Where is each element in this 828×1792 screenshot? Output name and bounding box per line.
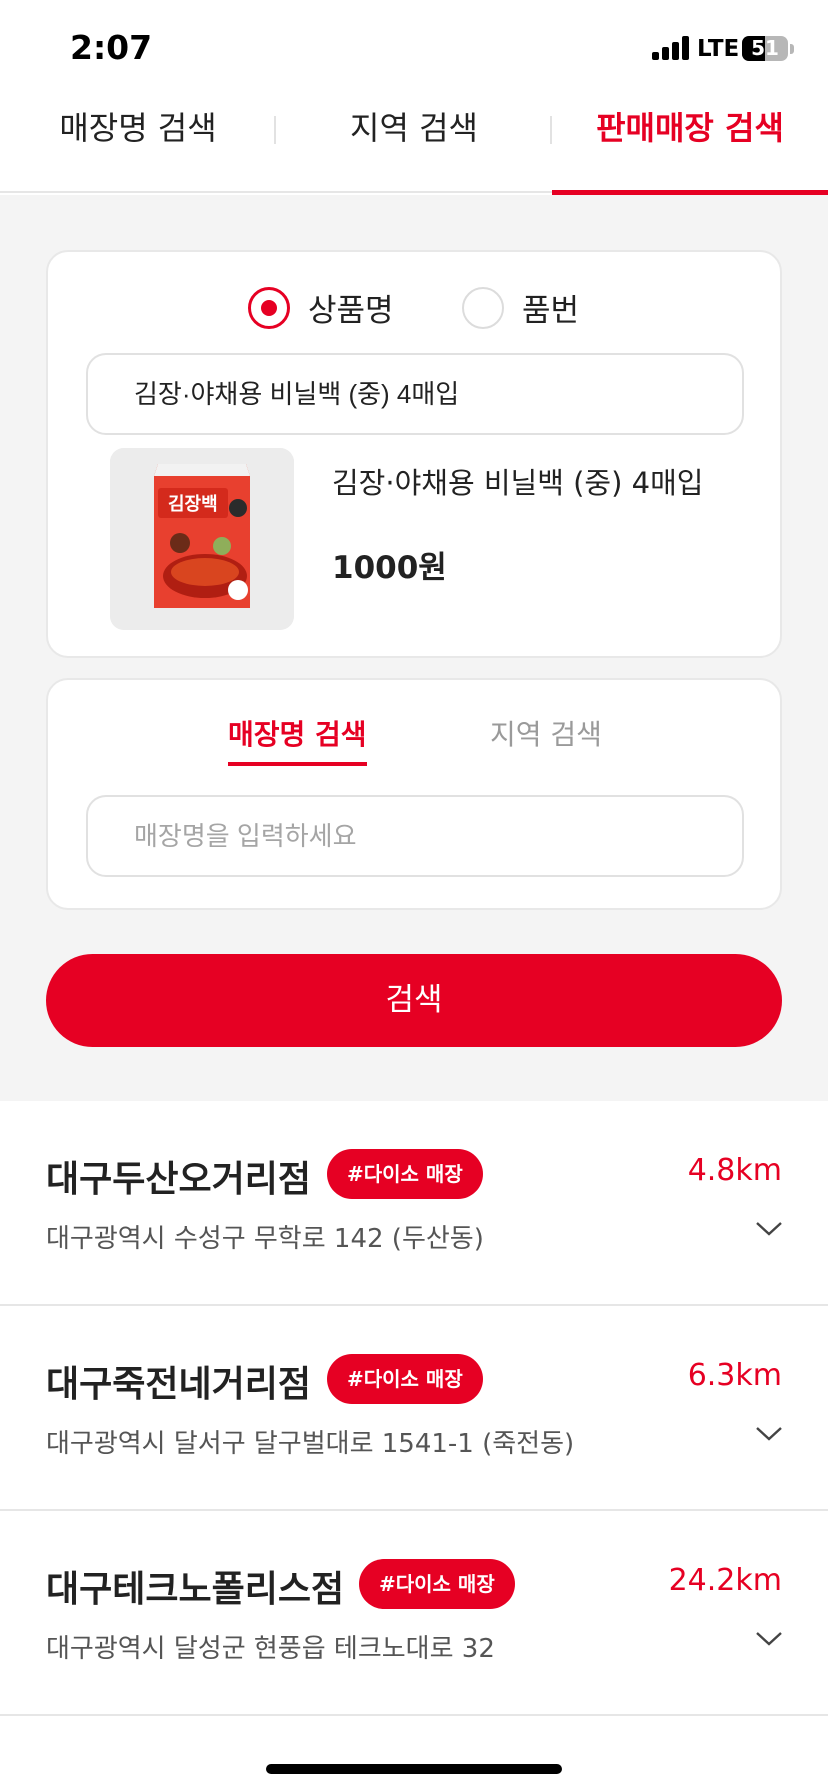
tab-divider [274,116,276,144]
signal-icon [652,36,692,60]
battery-tip [790,44,794,54]
store-badge: #다이소 매장 [327,1149,483,1199]
store-address: 대구광역시 달성군 현풍읍 테크노대로 32 [46,1634,495,1664]
store-name-input[interactable]: 매장명을 입력하세요 [86,795,744,877]
radio-selected-icon[interactable] [248,286,290,329]
store-name: 대구두산오거리점 [46,1159,311,1200]
tab-region-search[interactable]: 지역 검색 [276,96,552,193]
product-thumbnail: 김장백 [110,448,294,630]
home-indicator[interactable] [266,1764,562,1774]
radio-product-number[interactable]: 품번 [462,285,579,330]
radio-unselected-icon[interactable] [462,286,504,329]
list-item[interactable]: 대구죽전네거리점 #다이소 매장 6.3km 대구광역시 달서구 달구벌대로 1… [0,1306,828,1511]
tab-store-name-search[interactable]: 매장명 검색 [0,96,276,193]
store-search-card: 매장명 검색 지역 검색 매장명을 입력하세요 [46,678,782,910]
store-distance: 6.3km [687,1358,782,1393]
store-distance: 4.8km [687,1153,782,1188]
top-tab-bar: 매장명 검색 지역 검색 판매매장 검색 [0,96,828,195]
subtab-region[interactable]: 지역 검색 [490,710,602,766]
store-address: 대구광역시 수성구 무학로 142 (두산동) [46,1224,484,1254]
product-package-image: 김장백 [110,448,294,630]
store-badge: #다이소 매장 [359,1559,515,1609]
store-name: 대구죽전네거리점 [46,1364,311,1405]
tab-divider [550,116,552,144]
status-bar: 2:07 LTE 51 [0,0,828,96]
list-item[interactable]: 대구두산오거리점 #다이소 매장 4.8km 대구광역시 수성구 무학로 142… [0,1101,828,1306]
product-price: 1000원 [332,550,447,586]
subtab-store-name[interactable]: 매장명 검색 [228,710,367,766]
store-name: 대구테크노폴리스점 [46,1569,345,1610]
store-result-list: 대구두산오거리점 #다이소 매장 4.8km 대구광역시 수성구 무학로 142… [0,1101,828,1716]
network-label: LTE [697,36,740,62]
radio-label: 상품명 [308,293,394,329]
tab-selling-store-search[interactable]: 판매매장 검색 [552,96,828,195]
product-search-card: 상품명 품번 김장·야채용 비닐백 (중) 4매입 김장백 김장·야채용 비닐백… [46,250,782,658]
store-search-tabs: 매장명 검색 지역 검색 [48,710,780,770]
store-address: 대구광역시 달서구 달구벌대로 1541-1 (죽전동) [46,1429,575,1459]
store-badge: #다이소 매장 [327,1354,483,1404]
store-distance: 24.2km [668,1563,782,1598]
search-area: 상품명 품번 김장·야채용 비닐백 (중) 4매입 김장백 김장·야채용 비닐백… [0,195,828,1101]
svg-text:김장백: 김장백 [168,494,218,515]
search-button[interactable]: 검색 [46,954,782,1047]
battery-level: 51 [751,36,779,60]
product-name: 김장·야채용 비닐백 (중) 4매입 [332,466,704,500]
chevron-down-icon[interactable] [754,1219,784,1239]
chevron-down-icon[interactable] [754,1424,784,1444]
radio-label: 품번 [522,293,580,329]
status-time: 2:07 [70,28,153,67]
battery-icon: 51 [742,36,788,61]
chevron-down-icon[interactable] [754,1629,784,1649]
radio-product-name[interactable]: 상품명 [248,285,394,330]
product-search-input[interactable]: 김장·야채용 비닐백 (중) 4매입 [86,353,744,435]
search-type-radio-group: 상품명 품번 [48,285,780,335]
list-item[interactable]: 대구테크노폴리스점 #다이소 매장 24.2km 대구광역시 달성군 현풍읍 테… [0,1511,828,1716]
